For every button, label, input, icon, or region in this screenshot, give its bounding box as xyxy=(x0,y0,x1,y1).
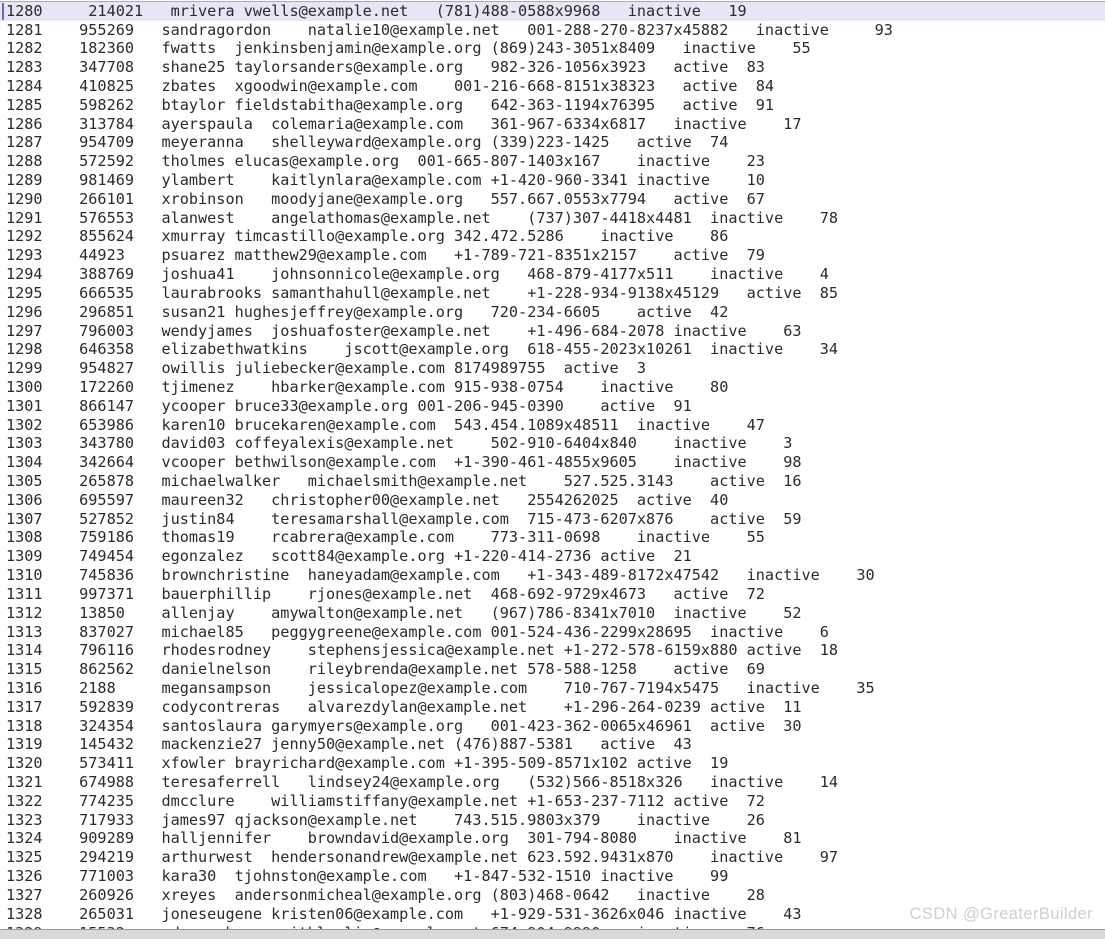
table-row[interactable]: 1299 954827 owillis juliebecker@example.… xyxy=(0,359,1105,378)
table-row[interactable]: 1325 294219 arthurwest hendersonandrew@e… xyxy=(0,848,1105,867)
table-row[interactable]: 1305 265878 michaelwalker michaelsmith@e… xyxy=(0,472,1105,491)
table-row[interactable]: 1294 388769 joshua41 johnsonnicole@examp… xyxy=(0,265,1105,284)
table-row[interactable]: 1301 866147 ycooper bruce33@example.org … xyxy=(0,397,1105,416)
table-row[interactable]: 1295 666535 laurabrooks samanthahull@exa… xyxy=(0,284,1105,303)
table-row[interactable]: 1312 13850 allenjay amywalton@example.ne… xyxy=(0,604,1105,623)
bottom-status-bar xyxy=(0,929,1105,939)
table-row[interactable]: 1319 145432 mackenzie27 jenny50@example.… xyxy=(0,735,1105,754)
table-row[interactable]: 1328 265031 joneseugene kristen06@exampl… xyxy=(0,905,1105,924)
table-row[interactable]: 1309 749454 egonzalez scott84@example.or… xyxy=(0,547,1105,566)
table-row[interactable]: 1297 796003 wendyjames joshuafoster@exam… xyxy=(0,322,1105,341)
text-output-area[interactable]: 1280 214021 mrivera vwells@example.net (… xyxy=(0,0,1105,929)
table-row[interactable]: 1317 592839 codycontreras alvarezdylan@e… xyxy=(0,698,1105,717)
table-row[interactable]: 1306 695597 maureen32 christopher00@exam… xyxy=(0,491,1105,510)
table-row[interactable]: 1287 954709 meyeranna shelleyward@exampl… xyxy=(0,133,1105,152)
table-row[interactable]: 1290 266101 xrobinson moodyjane@example.… xyxy=(0,190,1105,209)
table-row[interactable]: 1307 527852 justin84 teresamarshall@exam… xyxy=(0,510,1105,529)
table-row[interactable]: 1280 214021 mrivera vwells@example.net (… xyxy=(0,1,1105,21)
console-output-screen: 1280 214021 mrivera vwells@example.net (… xyxy=(0,0,1105,939)
table-row[interactable]: 1289 981469 ylambert kaitlynlara@example… xyxy=(0,171,1105,190)
table-row[interactable]: 1286 313784 ayerspaula colemaria@example… xyxy=(0,115,1105,134)
table-row[interactable]: 1300 172260 tjimenez hbarker@example.com… xyxy=(0,378,1105,397)
table-row[interactable]: 1314 796116 rhodesrodney stephensjessica… xyxy=(0,641,1105,660)
table-row[interactable]: 1326 771003 kara30 tjohnston@example.com… xyxy=(0,867,1105,886)
table-row[interactable]: 1323 717933 james97 qjackson@example.net… xyxy=(0,811,1105,830)
table-row[interactable]: 1310 745836 brownchristine haneyadam@exa… xyxy=(0,566,1105,585)
table-row[interactable]: 1282 182360 fwatts jenkinsbenjamin@examp… xyxy=(0,39,1105,58)
table-row[interactable]: 1324 909289 halljennifer browndavid@exam… xyxy=(0,829,1105,848)
table-row[interactable]: 1315 862562 danielnelson rileybrenda@exa… xyxy=(0,660,1105,679)
table-row[interactable]: 1322 774235 dmcclure williamstiffany@exa… xyxy=(0,792,1105,811)
table-row[interactable]: 1283 347708 shane25 taylorsanders@exampl… xyxy=(0,58,1105,77)
table-row[interactable]: 1304 342664 vcooper bethwilson@example.c… xyxy=(0,453,1105,472)
table-row[interactable]: 1313 837027 michael85 peggygreene@exampl… xyxy=(0,623,1105,642)
table-row[interactable]: 1308 759186 thomas19 rcabrera@example.co… xyxy=(0,528,1105,547)
table-row[interactable]: 1284 410825 zbates xgoodwin@example.com … xyxy=(0,77,1105,96)
table-row[interactable]: 1292 855624 xmurray timcastillo@example.… xyxy=(0,227,1105,246)
table-row[interactable]: 1293 44923 psuarez matthew29@example.com… xyxy=(0,246,1105,265)
table-row[interactable]: 1321 674988 teresaferrell lindsey24@exam… xyxy=(0,773,1105,792)
table-row[interactable]: 1296 296851 susan21 hughesjeffrey@exampl… xyxy=(0,303,1105,322)
table-row[interactable]: 1327 260926 xreyes andersonmicheal@examp… xyxy=(0,886,1105,905)
table-row[interactable]: 1281 955269 sandragordon natalie10@examp… xyxy=(0,21,1105,40)
table-row[interactable]: 1303 343780 david03 coffeyalexis@example… xyxy=(0,434,1105,453)
table-row[interactable]: 1318 324354 santoslaura garymyers@exampl… xyxy=(0,717,1105,736)
table-row[interactable]: 1311 997371 bauerphillip rjones@example.… xyxy=(0,585,1105,604)
table-row[interactable]: 1302 653986 karen10 brucekaren@example.c… xyxy=(0,416,1105,435)
table-row[interactable]: 1291 576553 alanwest angelathomas@exampl… xyxy=(0,209,1105,228)
table-row[interactable]: 1320 573411 xfowler brayrichard@example.… xyxy=(0,754,1105,773)
table-row[interactable]: 1316 2188 megansampson jessicalopez@exam… xyxy=(0,679,1105,698)
table-row[interactable]: 1285 598262 btaylor fieldstabitha@exampl… xyxy=(0,96,1105,115)
table-row[interactable]: 1298 646358 elizabethwatkins jscott@exam… xyxy=(0,340,1105,359)
table-row[interactable]: 1288 572592 tholmes elucas@example.org 0… xyxy=(0,152,1105,171)
